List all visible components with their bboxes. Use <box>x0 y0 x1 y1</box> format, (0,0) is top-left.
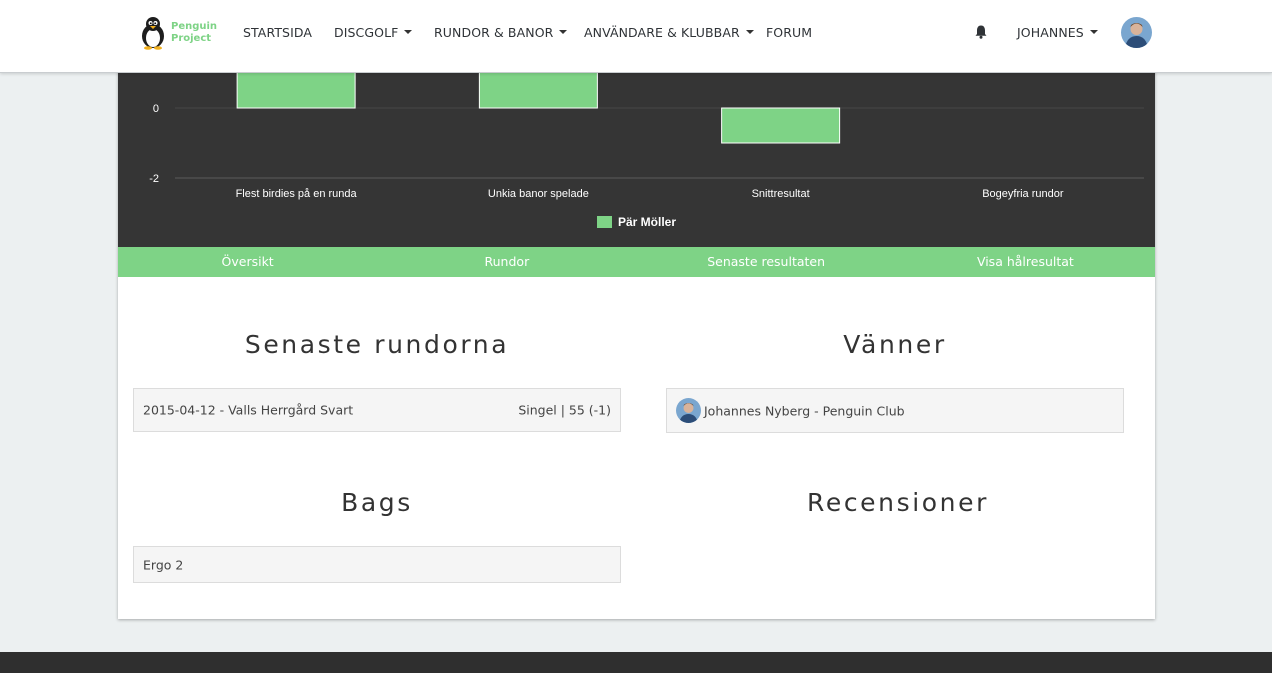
caret-down-icon <box>1089 30 1098 34</box>
y-tick-label: 0 <box>153 103 159 115</box>
user-menu[interactable]: JOHANNES <box>1017 25 1098 40</box>
page-footer <box>0 652 1272 673</box>
tab-oversikt[interactable]: Översikt <box>118 247 377 277</box>
bag-list-item[interactable]: Ergo 2 <box>133 546 621 583</box>
round-result: Singel | 55 (-1) <box>518 402 611 418</box>
legend-swatch <box>597 216 612 228</box>
nav-forum[interactable]: FORUM <box>766 25 812 40</box>
user-avatar[interactable] <box>1121 17 1152 48</box>
brand-line-2: Project <box>171 33 212 44</box>
brand-logo[interactable]: Penguin Project <box>137 16 217 50</box>
nav-anvandare-klubbar[interactable]: ANVÄNDARE & KLUBBAR <box>584 25 754 40</box>
chart-legend[interactable]: Pär Möller <box>597 215 676 229</box>
tab-visa-halresultat[interactable]: Visa hålresultat <box>896 247 1155 277</box>
brand-line-1: Penguin <box>171 21 218 32</box>
profile-panel: 0 -2 Flest birdies på en runda Unkia banor … <box>118 0 1155 619</box>
chart-bar[interactable] <box>721 107 841 144</box>
friend-avatar <box>676 398 701 423</box>
bags-title: Bags <box>341 488 413 517</box>
round-name: 2015-04-12 - Valls Herrgård Svart <box>143 402 354 418</box>
x-tick-label: Unkia banor spelade <box>488 188 589 200</box>
caret-down-icon <box>404 30 413 34</box>
caret-down-icon <box>745 30 754 34</box>
nav-label: STARTSIDA <box>243 25 313 40</box>
friends-title: Vänner <box>843 330 947 359</box>
recent-rounds-title: Senaste rundorna <box>244 330 510 359</box>
penguin-logo-icon <box>142 17 164 50</box>
x-tick-label: Flest birdies på en runda <box>236 188 358 200</box>
nav-label: ANVÄNDARE & KLUBBAR <box>584 25 740 40</box>
x-tick-label: Snittresultat <box>752 188 810 200</box>
tab-senaste-resultaten[interactable]: Senaste resultaten <box>637 247 896 277</box>
round-list-item[interactable]: 2015-04-12 - Valls Herrgård Svart Singel… <box>133 388 621 432</box>
caret-down-icon <box>559 30 568 34</box>
x-tick-label: Bogeyfria rundor <box>982 188 1064 200</box>
friend-list-item[interactable]: Johannes Nyberg - Penguin Club <box>666 388 1124 433</box>
friend-name: Johannes Nyberg - Penguin Club <box>704 403 905 418</box>
legend-label: Pär Möller <box>618 215 677 229</box>
reviews-title: Recensioner <box>807 488 989 517</box>
profile-tabs: Översikt Rundor Senaste resultaten Visa … <box>118 247 1155 277</box>
nav-discgolf[interactable]: DISCGOLF <box>334 25 413 40</box>
bell-icon[interactable] <box>975 25 987 44</box>
bag-name: Ergo 2 <box>143 557 184 572</box>
nav-rundor-banor[interactable]: RUNDOR & BANOR <box>434 25 568 40</box>
tab-rundor[interactable]: Rundor <box>377 247 636 277</box>
nav-label: FORUM <box>766 25 813 40</box>
user-menu-label: JOHANNES <box>1017 25 1084 40</box>
top-navbar: Penguin Project STARTSIDA DISCGOLF RUNDO… <box>0 0 1272 73</box>
nav-startsida[interactable]: STARTSIDA <box>243 25 312 40</box>
nav-label: RUNDOR & BANOR <box>434 25 554 40</box>
y-tick-label: -2 <box>149 173 159 185</box>
nav-label: DISCGOLF <box>334 25 399 40</box>
